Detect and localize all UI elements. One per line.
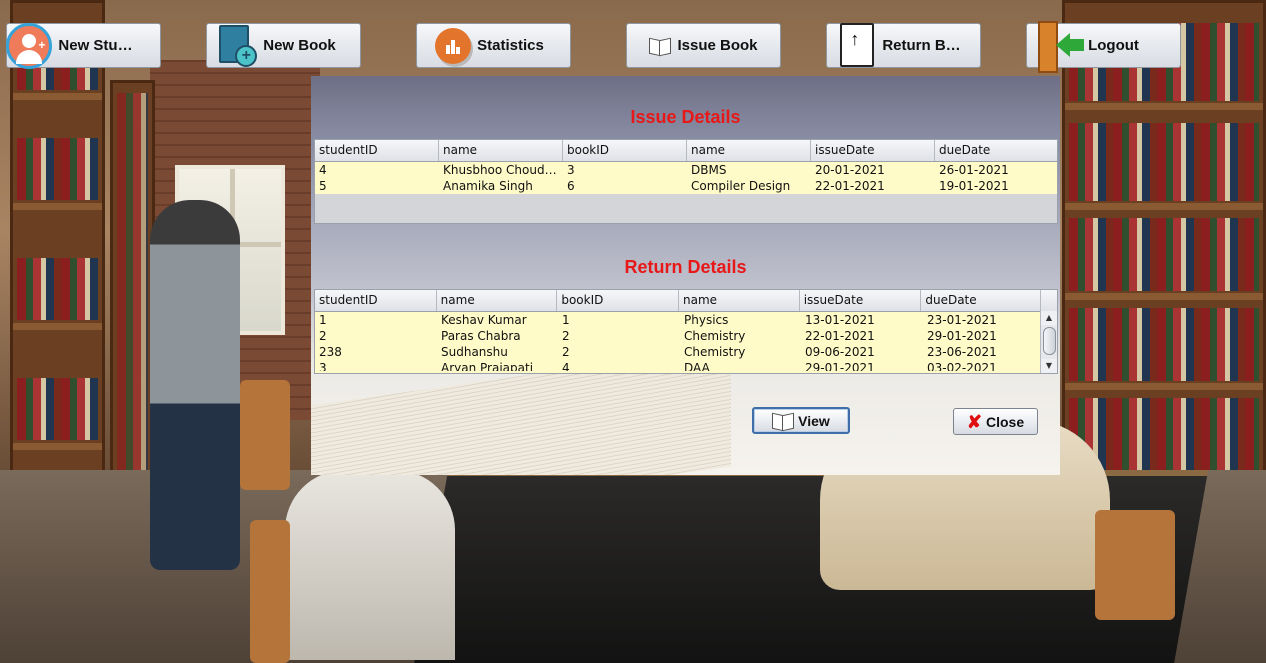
table-cell: Chemistry: [684, 345, 746, 359]
table-cell: DAA: [684, 361, 710, 371]
column-header[interactable]: name: [439, 140, 563, 161]
close-icon: ✘: [966, 411, 982, 432]
table-cell: 2: [319, 329, 327, 343]
details-dialog: Issue Details studentID name bookID name…: [311, 76, 1060, 475]
open-book-icon: [649, 37, 671, 55]
table-cell: 6: [567, 179, 575, 193]
statistics-label: Statistics: [477, 37, 544, 54]
column-header[interactable]: bookID: [563, 140, 687, 161]
column-header[interactable]: name: [687, 140, 811, 161]
view-button[interactable]: View: [752, 407, 850, 434]
table-cell: 03-02-2021: [927, 361, 997, 371]
table-cell: Keshav Kumar: [441, 313, 527, 327]
table-cell: 19-01-2021: [939, 179, 1009, 193]
return-table-header: studentID name bookID name issueDate due…: [315, 290, 1057, 312]
table-cell: 4: [562, 361, 570, 371]
table-cell: Paras Chabra: [441, 329, 521, 343]
table-row[interactable]: 1 Keshav Kumar 1 Physics 13-01-2021 23-0…: [315, 312, 1057, 328]
return-book-label: Return B…: [882, 37, 961, 54]
return-table-scrollbar[interactable]: ▲ ▼: [1040, 311, 1057, 373]
issue-details-table: studentID name bookID name issueDate due…: [314, 139, 1058, 224]
column-header[interactable]: dueDate: [935, 140, 1057, 161]
issue-details-title: Issue Details: [630, 107, 741, 127]
table-cell: Physics: [684, 313, 729, 327]
scrollbar-thumb[interactable]: [1043, 327, 1056, 355]
return-book-icon: ↑: [836, 22, 876, 69]
table-cell: 23-01-2021: [927, 313, 997, 327]
table-row[interactable]: 2 Paras Chabra 2 Chemistry 22-01-2021 29…: [315, 328, 1057, 344]
new-student-button[interactable]: + New Stu…: [6, 22, 161, 69]
column-header[interactable]: name: [437, 290, 558, 311]
table-row[interactable]: 3 Aryan Prajapati 4 DAA 29-01-2021 03-02…: [315, 360, 1057, 371]
return-book-button[interactable]: ↑ Return B…: [826, 22, 981, 69]
statistics-button[interactable]: Statistics: [416, 23, 571, 68]
column-header[interactable]: dueDate: [921, 290, 1042, 311]
table-cell: 2: [562, 345, 570, 359]
table-cell: 29-01-2021: [927, 329, 997, 343]
table-row[interactable]: 5 Anamika Singh 6 Compiler Design 22-01-…: [315, 178, 1057, 194]
scroll-down-icon[interactable]: ▼: [1041, 359, 1057, 373]
logout-button[interactable]: Logout: [1026, 20, 1181, 73]
view-label: View: [798, 412, 830, 429]
new-student-label: New Stu…: [58, 37, 133, 54]
issue-table-header: studentID name bookID name issueDate due…: [315, 140, 1057, 162]
logout-door-icon: [1038, 20, 1085, 73]
return-details-title: Return Details: [624, 257, 747, 277]
table-cell: 238: [319, 345, 342, 359]
table-cell: 3: [319, 361, 327, 371]
table-cell: 09-06-2021: [805, 345, 875, 359]
table-cell: 1: [319, 313, 327, 327]
column-header[interactable]: bookID: [557, 290, 680, 311]
table-cell: 5: [319, 179, 327, 193]
table-cell: 20-01-2021: [815, 163, 885, 177]
table-row[interactable]: 4 Khusbhoo Choudh... 3 DBMS 20-01-2021 2…: [315, 162, 1057, 178]
table-cell: 22-01-2021: [805, 329, 875, 343]
table-row[interactable]: 238 Sudhanshu 2 Chemistry 09-06-2021 23-…: [315, 344, 1057, 360]
open-book-icon: [772, 412, 794, 430]
close-label: Close: [985, 413, 1025, 430]
new-book-button[interactable]: + New Book: [206, 23, 361, 68]
column-header[interactable]: studentID: [315, 140, 439, 161]
add-student-icon: +: [6, 22, 53, 69]
issue-book-button[interactable]: Issue Book: [626, 23, 781, 68]
table-cell: Anamika Singh: [443, 179, 533, 193]
column-header[interactable]: studentID: [315, 290, 437, 311]
issue-book-label: Issue Book: [677, 37, 758, 54]
table-cell: DBMS: [691, 163, 727, 177]
column-header[interactable]: issueDate: [800, 290, 922, 311]
column-header[interactable]: issueDate: [811, 140, 935, 161]
return-details-table: studentID name bookID name issueDate due…: [314, 289, 1058, 374]
table-cell: Sudhanshu: [441, 345, 508, 359]
table-cell: 29-01-2021: [805, 361, 875, 371]
add-book-icon: +: [217, 23, 258, 69]
table-cell: 22-01-2021: [815, 179, 885, 193]
new-book-label: New Book: [263, 37, 336, 54]
scroll-up-icon[interactable]: ▲: [1041, 311, 1057, 325]
statistics-icon: [435, 27, 472, 64]
table-cell: Chemistry: [684, 329, 746, 343]
table-cell: Khusbhoo Choudh...: [443, 163, 563, 177]
table-cell: 2: [562, 329, 570, 343]
column-header[interactable]: name: [679, 290, 800, 311]
table-cell: 4: [319, 163, 327, 177]
logout-label: Logout: [1088, 37, 1139, 54]
table-cell: 1: [562, 313, 570, 327]
table-cell: 3: [567, 163, 575, 177]
table-cell: 23-06-2021: [927, 345, 997, 359]
table-cell: 13-01-2021: [805, 313, 875, 327]
table-cell: Aryan Prajapati: [441, 361, 534, 371]
close-button[interactable]: ✘ Close: [953, 408, 1038, 435]
table-cell: Compiler Design: [691, 179, 791, 193]
table-cell: 26-01-2021: [939, 163, 1009, 177]
